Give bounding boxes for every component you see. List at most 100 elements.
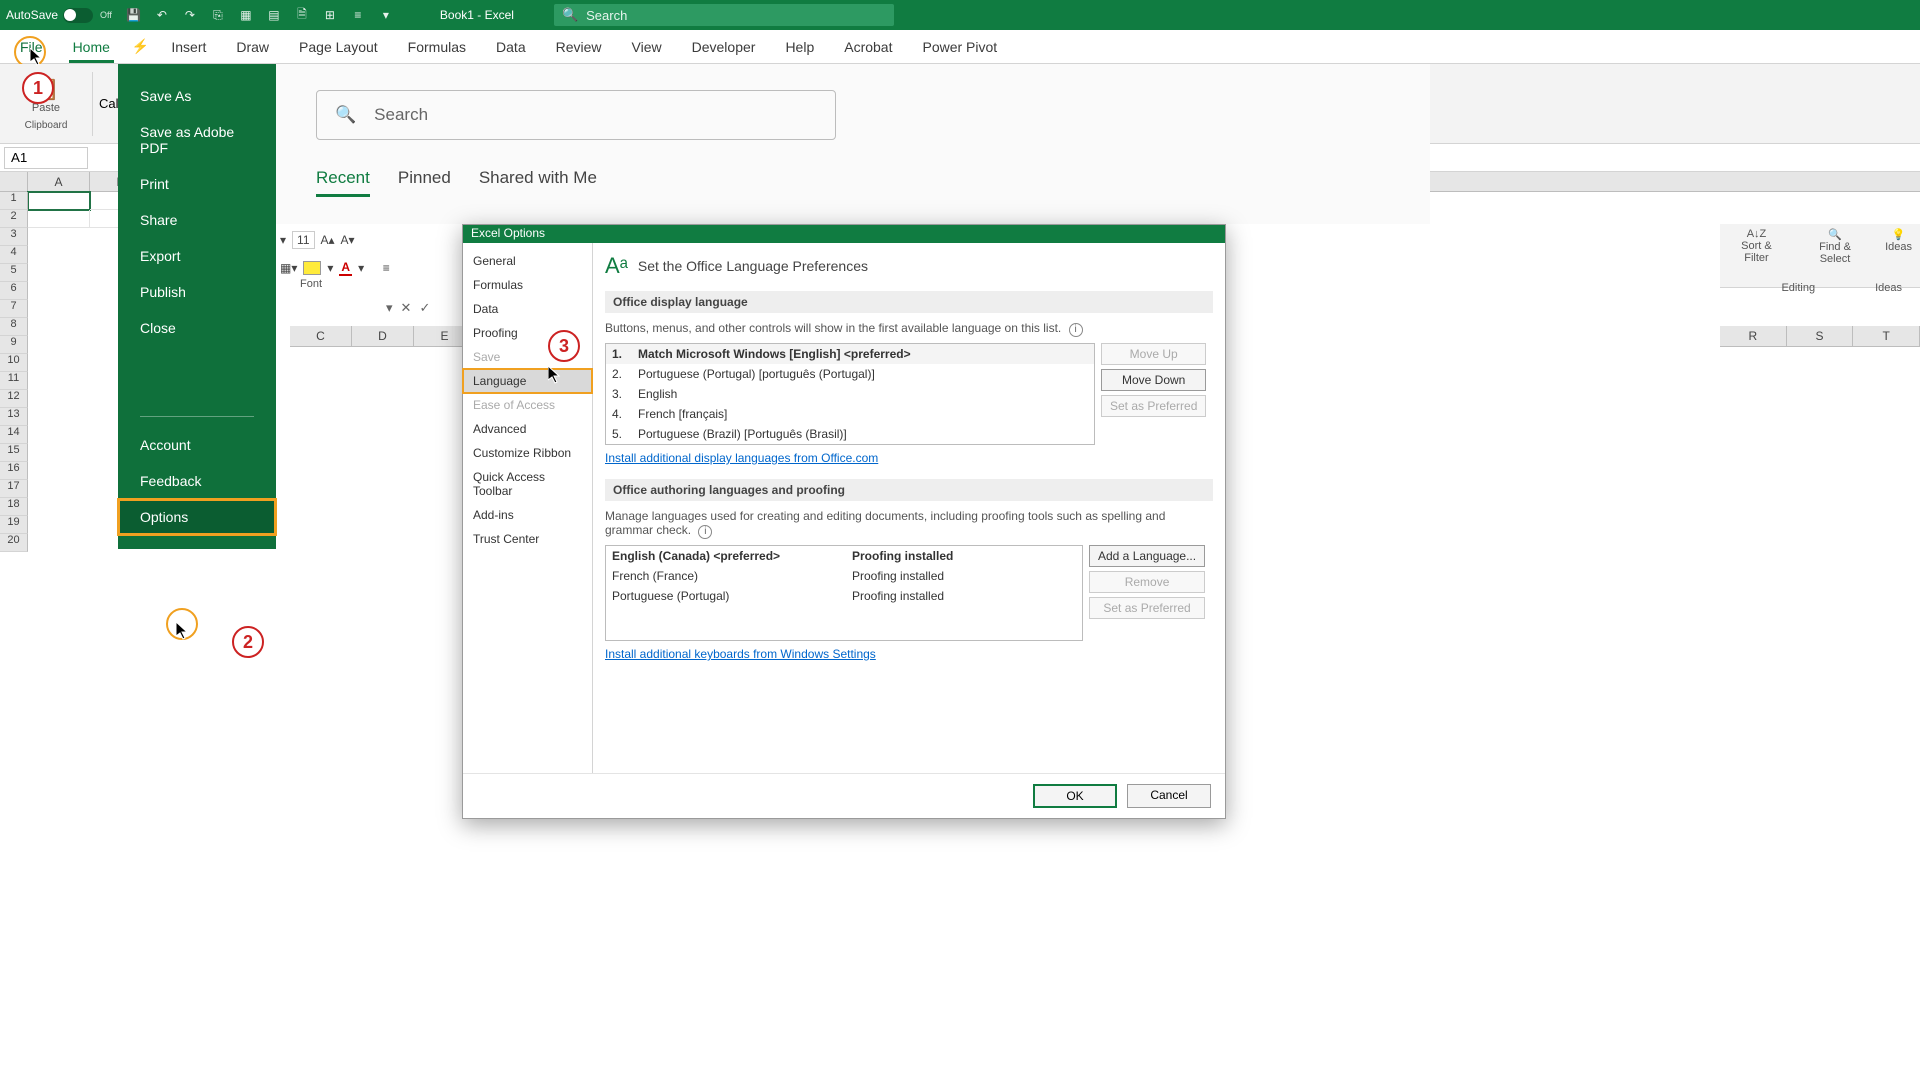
- row-19[interactable]: 19: [0, 516, 28, 534]
- tab-help[interactable]: Help: [771, 31, 828, 63]
- tab-shared[interactable]: Shared with Me: [479, 168, 597, 197]
- row-13[interactable]: 13: [0, 408, 28, 426]
- name-box[interactable]: [4, 147, 88, 169]
- backstage-options[interactable]: Options: [118, 499, 276, 535]
- col-S[interactable]: S: [1787, 326, 1854, 346]
- auth-row-1[interactable]: English (Canada) <preferred>Proofing ins…: [606, 546, 1082, 566]
- row-11[interactable]: 11: [0, 372, 28, 390]
- remove-language-button[interactable]: Remove: [1089, 571, 1205, 593]
- move-down-button[interactable]: Move Down: [1101, 369, 1206, 391]
- lang-row-3[interactable]: 3.English: [606, 384, 1094, 404]
- row-20[interactable]: 20: [0, 534, 28, 552]
- row-15[interactable]: 15: [0, 444, 28, 462]
- backstage-close[interactable]: Close: [118, 310, 276, 346]
- fontcolor-dropdown-icon[interactable]: ▾: [358, 261, 364, 275]
- tab-powerpivot[interactable]: Power Pivot: [908, 31, 1011, 63]
- nav-advanced[interactable]: Advanced: [463, 417, 592, 441]
- col-T[interactable]: T: [1853, 326, 1920, 346]
- row-7[interactable]: 7: [0, 300, 28, 318]
- authoring-language-list[interactable]: English (Canada) <preferred>Proofing ins…: [605, 545, 1083, 641]
- tab-pagelayout[interactable]: Page Layout: [285, 31, 392, 63]
- nav-data[interactable]: Data: [463, 297, 592, 321]
- row-16[interactable]: 16: [0, 462, 28, 480]
- tab-developer[interactable]: Developer: [678, 31, 770, 63]
- redo-icon[interactable]: ↷: [179, 4, 201, 26]
- nav-language[interactable]: Language: [463, 369, 592, 393]
- lang-row-1[interactable]: 1.Match Microsoft Windows [English] <pre…: [606, 344, 1094, 364]
- nav-formulas[interactable]: Formulas: [463, 273, 592, 297]
- backstage-account[interactable]: Account: [118, 427, 276, 463]
- set-preferred-button[interactable]: Set as Preferred: [1101, 395, 1206, 417]
- backstage-saveas[interactable]: Save As: [118, 78, 276, 114]
- qat-more-icon[interactable]: ▾: [375, 4, 397, 26]
- backstage-publish[interactable]: Publish: [118, 274, 276, 310]
- display-language-list[interactable]: 1.Match Microsoft Windows [English] <pre…: [605, 343, 1095, 445]
- ideas-group[interactable]: 💡 Ideas: [1885, 228, 1912, 253]
- install-display-lang-link[interactable]: Install additional display languages fro…: [605, 451, 878, 465]
- install-keyboards-link[interactable]: Install additional keyboards from Window…: [605, 647, 876, 661]
- row-2[interactable]: 2: [0, 210, 28, 228]
- auth-row-3[interactable]: Portuguese (Portugal)Proofing installed: [606, 586, 1082, 606]
- row-8[interactable]: 8: [0, 318, 28, 336]
- sort-filter-group[interactable]: A↓Z Sort & Filter: [1728, 228, 1785, 264]
- move-up-button[interactable]: Move Up: [1101, 343, 1206, 365]
- cancel-button[interactable]: Cancel: [1127, 784, 1211, 808]
- align-icon[interactable]: ≡: [383, 261, 390, 275]
- lang-row-4[interactable]: 4.French [français]: [606, 404, 1094, 424]
- tab-acrobat[interactable]: Acrobat: [830, 31, 906, 63]
- ok-button[interactable]: OK: [1033, 784, 1117, 808]
- row-14[interactable]: 14: [0, 426, 28, 444]
- increase-font-icon[interactable]: A▴: [321, 233, 335, 247]
- info-icon[interactable]: i: [698, 525, 712, 539]
- backstage-share[interactable]: Share: [118, 202, 276, 238]
- fill-color-icon[interactable]: [303, 261, 321, 275]
- qat-icon-1[interactable]: ⎘: [207, 4, 229, 26]
- qat-icon-5[interactable]: ⊞: [319, 4, 341, 26]
- col-D[interactable]: D: [352, 326, 414, 346]
- row-9[interactable]: 9: [0, 336, 28, 354]
- fill-dropdown-icon[interactable]: ▾: [327, 261, 333, 275]
- tab-draw[interactable]: Draw: [222, 31, 283, 63]
- row-18[interactable]: 18: [0, 498, 28, 516]
- row-17[interactable]: 17: [0, 480, 28, 498]
- font-size-dropdown-icon[interactable]: ▾: [280, 233, 286, 247]
- row-12[interactable]: 12: [0, 390, 28, 408]
- save-icon[interactable]: 💾: [123, 4, 145, 26]
- tab-recent[interactable]: Recent: [316, 168, 370, 197]
- tab-data[interactable]: Data: [482, 31, 540, 63]
- row-10[interactable]: 10: [0, 354, 28, 372]
- cancel-icon[interactable]: ✕: [401, 300, 412, 316]
- row-6[interactable]: 6: [0, 282, 28, 300]
- lang-row-5[interactable]: 5.Portuguese (Brazil) [Português (Brasil…: [606, 424, 1094, 444]
- tab-review[interactable]: Review: [542, 31, 616, 63]
- backstage-feedback[interactable]: Feedback: [118, 463, 276, 499]
- decrease-font-icon[interactable]: A▾: [341, 233, 355, 247]
- lang-row-2[interactable]: 2.Portuguese (Portugal) [português (Port…: [606, 364, 1094, 384]
- row-4[interactable]: 4: [0, 246, 28, 264]
- nav-easeofaccess[interactable]: Ease of Access: [463, 393, 592, 417]
- tab-lightning-icon[interactable]: ⚡: [126, 30, 155, 63]
- search-box[interactable]: 🔍 Search: [554, 4, 894, 26]
- nav-quick-access[interactable]: Quick Access Toolbar: [463, 465, 592, 503]
- undo-icon[interactable]: ↶: [151, 4, 173, 26]
- tab-formulas[interactable]: Formulas: [394, 31, 480, 63]
- nav-customize-ribbon[interactable]: Customize Ribbon: [463, 441, 592, 465]
- cell-A1[interactable]: [28, 192, 90, 210]
- toggle-track[interactable]: [63, 8, 93, 23]
- nav-general[interactable]: General: [463, 249, 592, 273]
- border-icon[interactable]: ▦▾: [280, 261, 297, 275]
- tab-insert[interactable]: Insert: [157, 31, 220, 63]
- add-language-button[interactable]: Add a Language...: [1089, 545, 1205, 567]
- confirm-icon[interactable]: ✓: [419, 300, 430, 316]
- col-C[interactable]: C: [290, 326, 352, 346]
- font-color-icon[interactable]: A: [339, 260, 352, 276]
- nav-addins[interactable]: Add-ins: [463, 503, 592, 527]
- select-all-corner[interactable]: [0, 172, 28, 191]
- backstage-save-adobe-pdf[interactable]: Save as Adobe PDF: [118, 114, 276, 166]
- autosave-toggle[interactable]: AutoSave Off: [6, 8, 112, 23]
- find-select-group[interactable]: 🔍 Find & Select: [1803, 228, 1867, 265]
- nav-trustcenter[interactable]: Trust Center: [463, 527, 592, 551]
- font-size-box[interactable]: 11: [292, 231, 314, 249]
- col-R[interactable]: R: [1720, 326, 1787, 346]
- tab-pinned[interactable]: Pinned: [398, 168, 451, 197]
